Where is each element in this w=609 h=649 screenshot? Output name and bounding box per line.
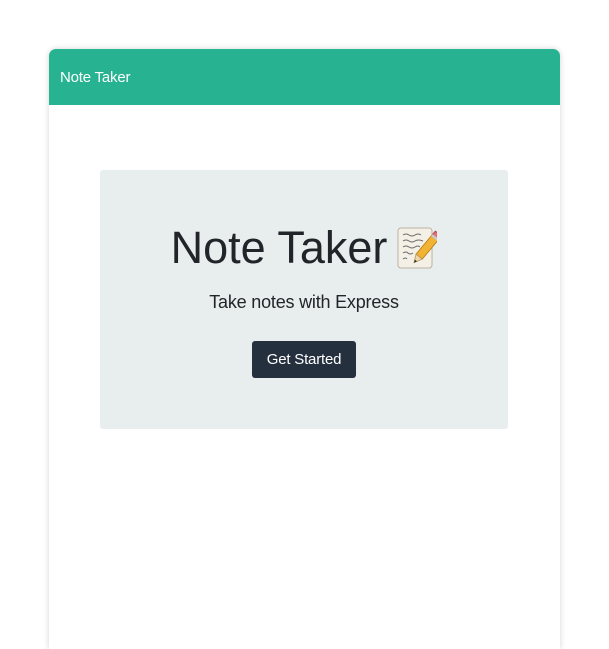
- hero-title-text: Note Taker: [170, 222, 388, 273]
- memo-icon: [397, 226, 438, 270]
- navbar: Note Taker: [49, 49, 560, 105]
- navbar-brand-link[interactable]: Note Taker: [60, 69, 130, 86]
- get-started-button[interactable]: Get Started: [252, 341, 356, 378]
- jumbotron: Note Taker Take notes with Express Get S…: [100, 170, 508, 429]
- hero-heading: Note Taker: [100, 220, 508, 276]
- app-window: Note Taker Note Taker Take notes with Ex…: [49, 49, 560, 649]
- hero-subtitle: Take notes with Express: [209, 292, 399, 312]
